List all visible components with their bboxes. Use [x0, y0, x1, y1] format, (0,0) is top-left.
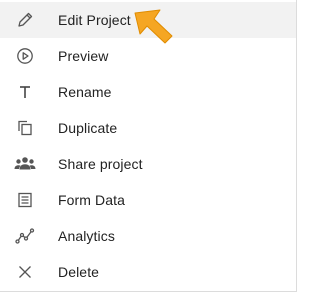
menu-item-share-project[interactable]: Share project: [0, 146, 296, 182]
duplicate-icon: [14, 117, 36, 139]
play-circle-icon: [14, 45, 36, 67]
menu-item-preview[interactable]: Preview: [0, 38, 296, 74]
context-menu: Edit Project Preview Rename Duplicate Sh…: [0, 0, 297, 292]
menu-item-label: Analytics: [58, 228, 115, 244]
list-icon: [14, 189, 36, 211]
text-t-icon: [14, 81, 36, 103]
menu-item-label: Share project: [58, 156, 143, 172]
analytics-icon: [14, 225, 36, 247]
menu-item-label: Delete: [58, 264, 100, 280]
menu-item-duplicate[interactable]: Duplicate: [0, 110, 296, 146]
menu-item-rename[interactable]: Rename: [0, 74, 296, 110]
menu-item-edit-project[interactable]: Edit Project: [0, 2, 296, 38]
menu-item-analytics[interactable]: Analytics: [0, 218, 296, 254]
menu-item-label: Edit Project: [58, 12, 131, 28]
people-icon: [14, 153, 36, 175]
close-x-icon: [14, 261, 36, 283]
menu-item-label: Duplicate: [58, 120, 118, 136]
menu-item-label: Preview: [58, 48, 109, 64]
menu-item-label: Form Data: [58, 192, 126, 208]
menu-item-label: Rename: [58, 84, 112, 100]
pencil-icon: [14, 9, 36, 31]
menu-item-delete[interactable]: Delete: [0, 254, 296, 290]
menu-item-form-data[interactable]: Form Data: [0, 182, 296, 218]
